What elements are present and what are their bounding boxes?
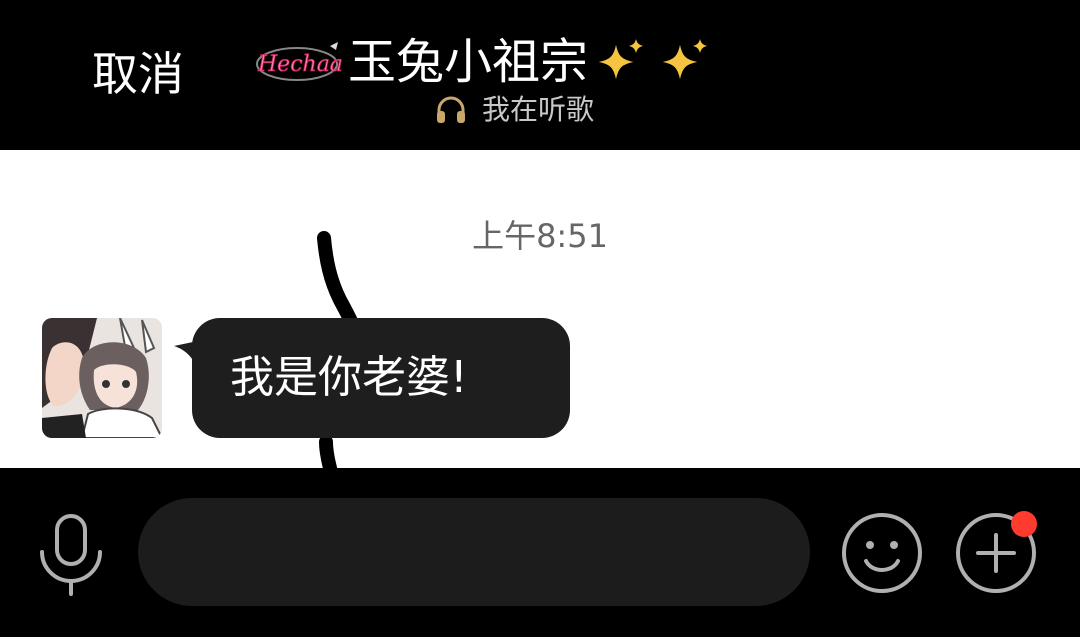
name-badge-logo-text: Hechaa <box>257 52 342 77</box>
contact-avatar[interactable] <box>42 318 162 438</box>
message-list[interactable]: 上午8:51 我是你老婆! <box>0 150 1080 468</box>
notification-dot <box>1011 511 1037 537</box>
message-input[interactable] <box>138 498 810 606</box>
sparkles-icon <box>592 34 712 90</box>
contact-status: 我在听歌 <box>434 90 594 130</box>
name-badge-logo: Hechaa <box>256 42 342 81</box>
message-bubble[interactable]: 我是你老婆! <box>192 318 570 438</box>
chat-screen: 取消 Hechaa 玉兔小祖宗 我在听歌 上午8:51 我是你老婆! <box>0 0 1080 637</box>
headphones-icon <box>437 96 465 123</box>
message-timestamp: 上午8:51 <box>472 217 608 255</box>
cancel-button[interactable]: 取消 <box>92 44 184 104</box>
input-bar <box>0 468 1080 637</box>
message-text: 我是你老婆! <box>230 352 468 403</box>
avatar-image <box>42 318 162 438</box>
microphone-icon[interactable] <box>36 510 106 596</box>
smiley-icon[interactable] <box>840 511 924 595</box>
status-text: 我在听歌 <box>482 93 595 126</box>
chat-header: 取消 Hechaa 玉兔小祖宗 我在听歌 <box>0 0 1080 150</box>
contact-name: 玉兔小祖宗 <box>348 34 589 90</box>
contact-title[interactable]: Hechaa 玉兔小祖宗 <box>252 30 712 94</box>
